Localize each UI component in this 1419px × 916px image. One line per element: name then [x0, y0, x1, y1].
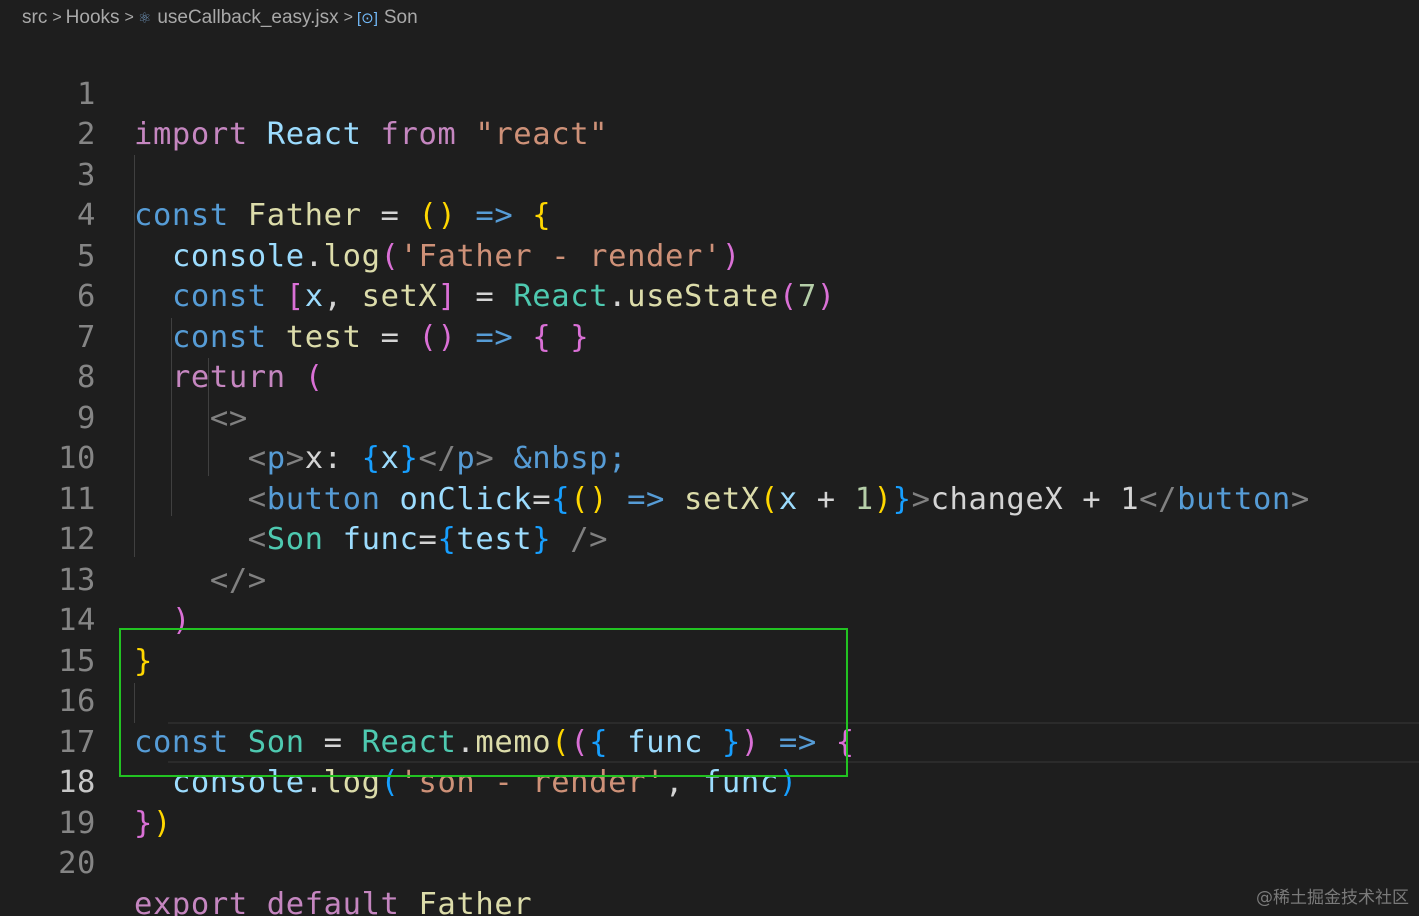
- chevron-right-icon: >: [124, 9, 134, 26]
- breadcrumb-item-file[interactable]: useCallback_easy.jsx: [157, 7, 338, 29]
- line-number: 20: [58, 846, 96, 881]
- code-line[interactable]: 20 export default Father: [0, 804, 1419, 916]
- code-line[interactable]: 4 console.log('Father - render'): [0, 156, 1419, 274]
- chevron-right-icon: >: [52, 9, 62, 26]
- highlight-box: [119, 628, 848, 777]
- symbol-variable-icon: [⊙]: [356, 10, 378, 27]
- code-line[interactable]: 14 }: [0, 561, 1419, 679]
- code-editor[interactable]: src > Hooks > ⚛ useCallback_easy.jsx > […: [0, 0, 1419, 916]
- breadcrumb: src > Hooks > ⚛ useCallback_easy.jsx > […: [22, 6, 418, 30]
- code-line[interactable]: 6 const test = () => { }: [0, 237, 1419, 355]
- code-line[interactable]: 13 ): [0, 520, 1419, 639]
- code-line[interactable]: 8 <>: [0, 318, 1419, 436]
- code-line-text: export default Father: [134, 886, 533, 916]
- code-line[interactable]: 10 <button onClick={() => setX(x + 1)}>c…: [0, 399, 1419, 517]
- code-line[interactable]: 2: [0, 75, 1419, 152]
- watermark: @稀土掘金技术社区: [1256, 888, 1409, 908]
- code-line[interactable]: 9 <p>x: {x}</p> &nbsp;: [0, 358, 1419, 477]
- code-line[interactable]: 3 const Father = () => {: [0, 115, 1419, 234]
- react-file-icon: ⚛: [137, 10, 152, 27]
- code-line[interactable]: 5 const [x, setX] = React.useState(7): [0, 196, 1419, 315]
- code-line[interactable]: 12 </>: [0, 480, 1419, 598]
- chevron-right-icon: >: [343, 9, 353, 26]
- breadcrumb-item-hooks[interactable]: Hooks: [66, 7, 120, 29]
- breadcrumb-item-symbol[interactable]: Son: [384, 7, 418, 29]
- code-line[interactable]: 11 <Son func={test} />: [0, 439, 1419, 558]
- breadcrumb-item-src[interactable]: src: [22, 7, 47, 29]
- code-line[interactable]: 7 return (: [0, 277, 1419, 396]
- code-line[interactable]: 1 import React from "react": [0, 34, 1419, 153]
